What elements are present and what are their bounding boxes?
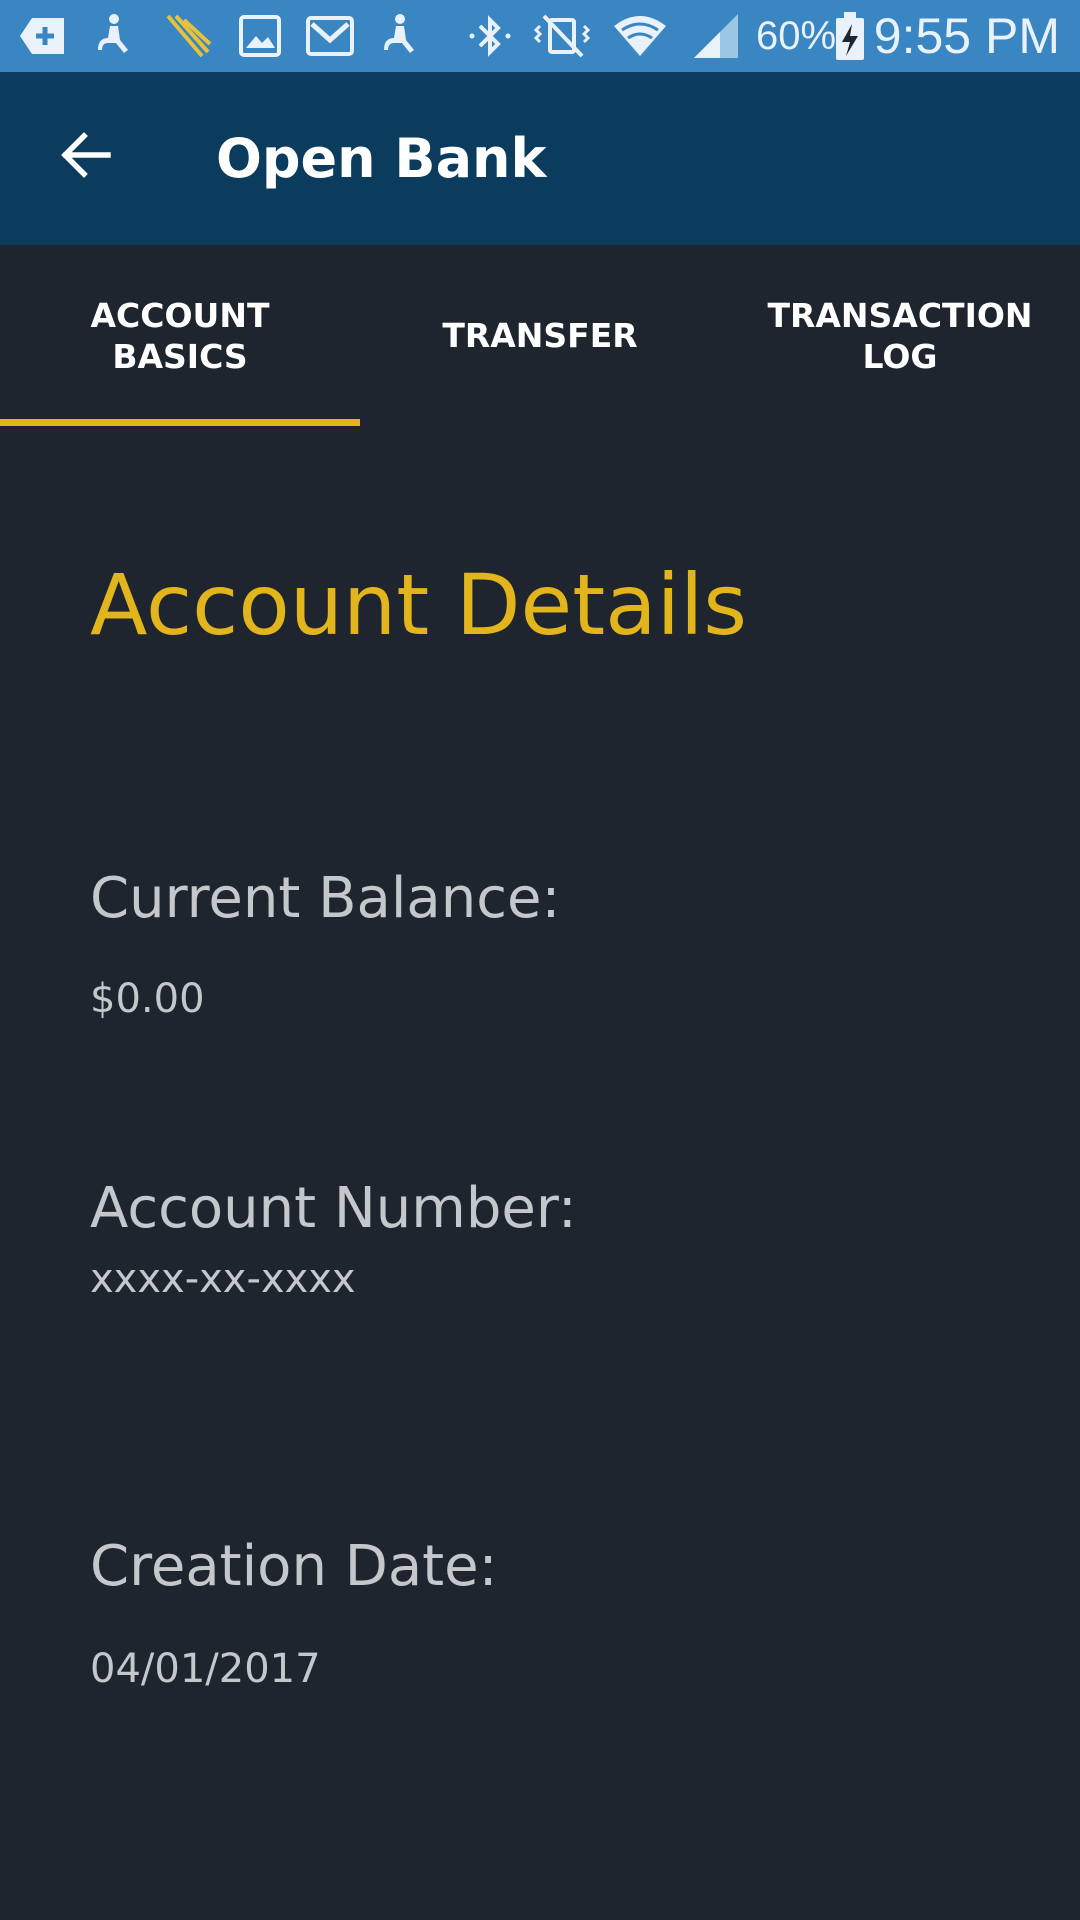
creation-date-label: Creation Date: — [90, 1534, 498, 1599]
arrow-back-icon — [58, 128, 112, 186]
clock: 9:55 PM — [873, 8, 1060, 64]
selected-tab-indicator — [0, 419, 360, 426]
creation-date-value: 04/01/2017 — [90, 1646, 321, 1692]
status-bar: 60% 9:55 PM — [0, 0, 1080, 72]
signal-icon — [690, 10, 742, 62]
app-bar: Open Bank — [0, 72, 1080, 245]
page-title: Account Details — [90, 556, 748, 654]
battery-charging-icon — [832, 10, 868, 62]
battery-percent: 60% — [756, 14, 837, 58]
tab-bar: ACCOUNT BASICS TRANSFER TRANSACTION LOG — [0, 245, 1080, 426]
balance-value: $0.00 — [90, 976, 205, 1022]
tab-transfer[interactable]: TRANSFER — [360, 245, 720, 426]
tab-label: TRANSFER — [442, 316, 638, 355]
image-icon — [234, 10, 286, 62]
vibrate-mute-icon — [530, 10, 591, 62]
back-button[interactable] — [40, 112, 130, 202]
plus-box-icon — [18, 10, 70, 62]
app-title: Open Bank — [216, 127, 547, 190]
bluetooth-icon — [464, 10, 516, 62]
wifi-icon — [612, 10, 666, 62]
tab-label: ACCOUNT BASICS — [90, 295, 270, 376]
gmail-icon — [304, 10, 356, 62]
sprint-logo-icon — [162, 10, 214, 62]
balance-label: Current Balance: — [90, 866, 561, 931]
tab-transaction-log[interactable]: TRANSACTION LOG — [720, 245, 1080, 426]
account-number-value: xxxx-xx-xxxx — [90, 1256, 356, 1302]
accessibility-icon — [90, 10, 142, 62]
tab-label: TRANSACTION LOG — [767, 295, 1033, 376]
account-number-label: Account Number: — [90, 1176, 577, 1241]
tab-account-basics[interactable]: ACCOUNT BASICS — [0, 245, 360, 426]
account-details-panel: Account Details Current Balance: $0.00 A… — [0, 426, 1080, 1920]
accessibility-icon — [376, 10, 428, 62]
